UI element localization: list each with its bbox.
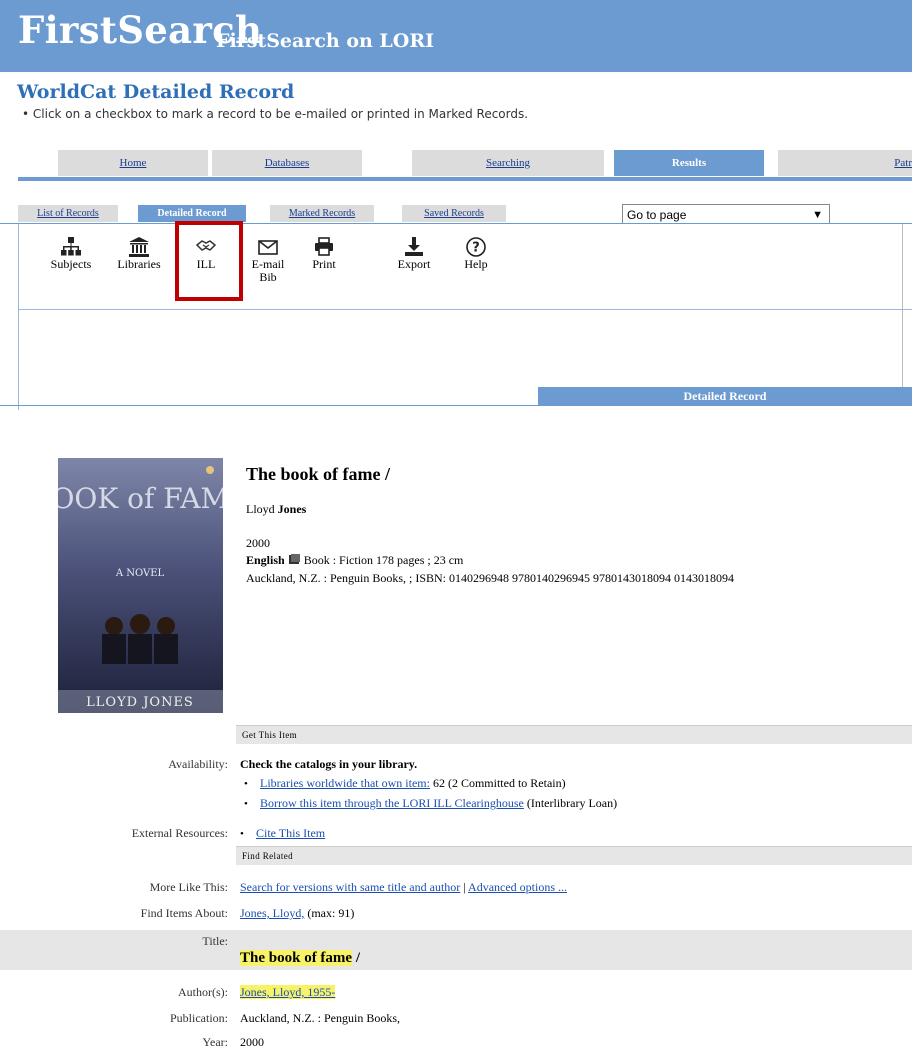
print-button[interactable]: Print [304,236,344,271]
more-like-this-value: Search for versions with same title and … [240,880,567,895]
author-last-name: Jones [277,502,307,516]
tab-divider [18,177,912,181]
publication-label: Publication: [170,1011,228,1025]
export-label: Export [397,257,431,271]
book-icon [288,554,300,564]
record-author: Lloyd Jones [246,502,306,517]
download-icon [405,237,423,256]
subject-jones-link[interactable]: Jones, Lloyd, [240,906,304,920]
year-value: 2000 [240,1035,264,1049]
title-highlighted: The book of fame [240,950,353,966]
author-first-name: Lloyd [246,502,275,516]
record-format: Book : Fiction 178 pages ; 23 cm [303,553,464,567]
cover-subtitle: A NOVEL [115,568,165,579]
toolbar-divider [18,309,912,310]
instruction-text: • Click on a checkbox to mark a record t… [22,107,529,121]
subtab-divider [0,223,912,224]
subtab-saved-records[interactable]: Saved Records [402,205,506,222]
advanced-options-link[interactable]: Advanced options ... [468,880,567,894]
find-items-about-value: Jones, Lloyd, (max: 91) [240,906,354,921]
go-to-page-value: Go to page [627,208,687,222]
same-title-author-link[interactable]: Search for versions with same title and … [240,880,460,894]
author-jones-link[interactable]: Jones, Lloyd, 1955- [240,985,336,999]
subjects-button[interactable]: Subjects [48,236,94,271]
title-value: The book of fame / [240,950,360,967]
availability-heading: Check the catalogs in your library. [240,757,418,771]
libraries-label: Libraries [117,257,161,271]
find-items-about-label: Find Items About: [140,906,228,920]
tab-patron[interactable]: Patr [778,150,912,176]
help-button[interactable]: ? Help [456,236,496,271]
year-label: Year: [202,1035,228,1049]
cover-author: LLOYD JONES [86,695,194,710]
tab-home[interactable]: Home [58,150,208,176]
get-this-item-header: Get This Item [236,725,912,744]
tab-databases[interactable]: Databases [212,150,362,176]
ill-highlight-box [175,221,243,301]
printer-icon [315,237,333,256]
tab-searching[interactable]: Searching [412,150,604,176]
right-border [902,224,903,404]
subtab-list-of-records[interactable]: List of Records [18,205,118,222]
availability-label: Availability: [168,757,228,771]
cover-title-art: BOOK of FAME [58,482,223,515]
libraries-button[interactable]: Libraries [114,236,164,271]
libraries-worldwide-count: 62 (2 Committed to Retain) [432,776,566,790]
record-year: 2000 [246,536,270,550]
record-publication-line: Auckland, N.Z. : Penguin Books, ; ISBN: … [246,571,734,585]
email-bib-label: Bib [259,270,277,284]
detailed-record-bar: Detailed Record [538,387,912,405]
subtab-marked-records[interactable]: Marked Records [270,205,374,222]
find-related-header: Find Related [236,846,912,865]
external-resources-label: External Resources: [131,826,228,840]
record-title: The book of fame / [246,464,390,484]
email-label: E-mail [251,257,285,271]
libraries-worldwide-link[interactable]: Libraries worldwide that own item: [260,776,430,790]
find-items-max: (max: 91) [307,906,355,920]
authors-label: Author(s): [178,985,228,999]
cite-this-item-link[interactable]: Cite This Item [256,826,325,840]
sitemap-icon [61,237,81,256]
export-button[interactable]: Export [394,236,434,271]
publication-value: Auckland, N.Z. : Penguin Books, [240,1011,400,1025]
record-language: English [246,553,285,567]
book-cover-image[interactable]: BOOK of FAME A NOVEL LLOYD JONES [58,458,223,713]
title-label: Title: [202,934,228,948]
availability-item-2: • Borrow this item through the LORI ILL C… [244,796,618,810]
subtab-detailed-record[interactable]: Detailed Record [138,205,246,222]
question-icon: ? [466,237,486,257]
title-slash: / [355,950,361,966]
external-resources-item: • Cite This Item [240,826,326,840]
go-to-page-select[interactable]: Go to page ▼ [622,204,830,224]
record-format-line: English Book : Fiction 178 pages ; 23 cm [246,553,463,568]
subjects-label: Subjects [50,257,92,271]
email-button[interactable]: E-mail Bib [248,236,288,284]
more-like-this-label: More Like This: [149,880,228,894]
help-label: Help [464,257,488,271]
envelope-icon [258,240,278,255]
chevron-down-icon: ▼ [812,209,823,221]
library-icon [129,237,149,257]
brand-subtitle: FirstSearch on LORI [216,30,435,52]
tab-results[interactable]: Results [614,150,764,176]
separator: | [463,880,466,894]
availability-item-1: • Libraries worldwide that own item: 62 (… [244,776,566,790]
authors-value: Jones, Lloyd, 1955- [240,985,336,1000]
print-label: Print [312,257,336,271]
borrow-ill-link[interactable]: Borrow this item through the LORI ILL Cl… [260,796,524,810]
svg-text:?: ? [472,241,480,256]
left-border [18,224,19,410]
page-title: WorldCat Detailed Record [17,81,295,103]
record-divider [0,405,912,406]
borrow-ill-tail: (Interlibrary Loan) [526,796,618,810]
